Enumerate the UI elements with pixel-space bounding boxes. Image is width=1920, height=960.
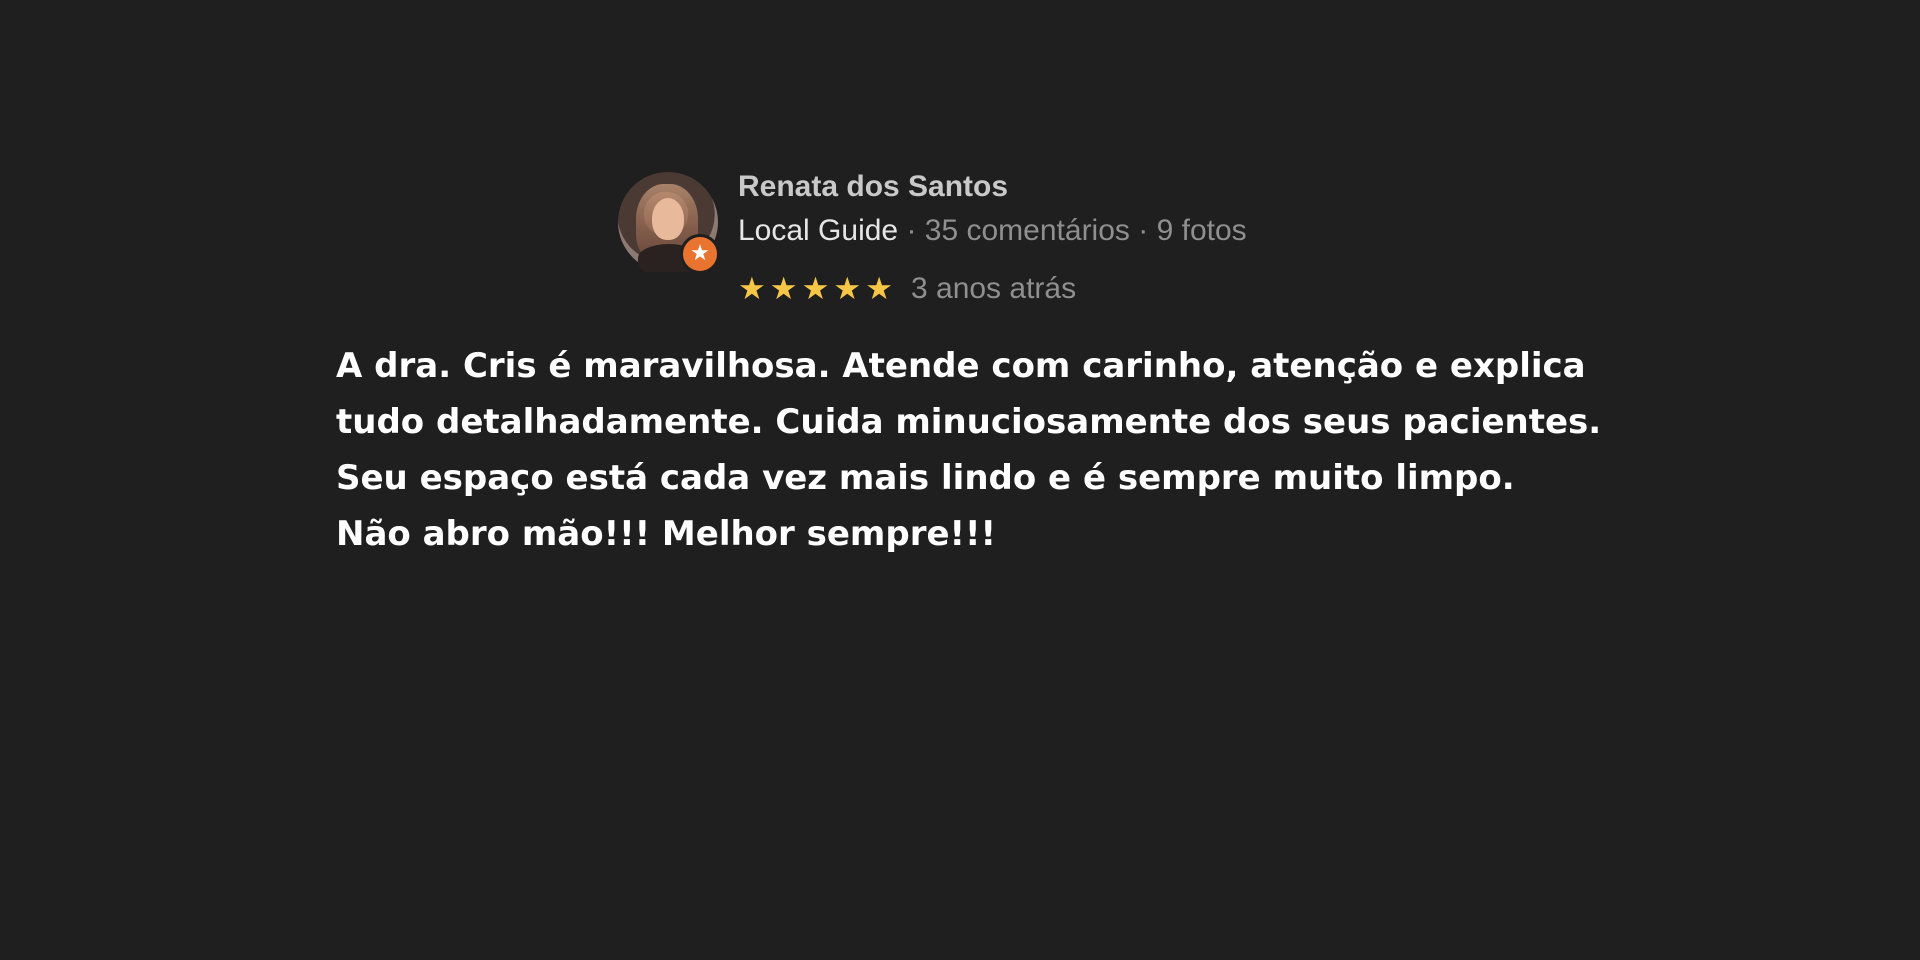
comments-count: 35 comentários bbox=[924, 214, 1130, 247]
review-card: ★ Renata dos Santos Local Guide · 35 com… bbox=[0, 0, 1920, 960]
review-header: ★ Renata dos Santos Local Guide · 35 com… bbox=[618, 170, 1418, 320]
star-icon: ★ bbox=[769, 270, 798, 307]
star-icon: ★ bbox=[833, 270, 862, 307]
review-text-line: Seu espaço está cada vez mais lindo e é … bbox=[336, 458, 1515, 498]
local-guide-label: Local Guide bbox=[738, 214, 899, 247]
review-text-line: Não abro mão!!! Melhor sempre!!! bbox=[336, 514, 997, 554]
star-rating: ★ ★ ★ ★ ★ bbox=[738, 270, 893, 307]
review-text-line: tudo detalhadamente. Cuida minuciosament… bbox=[336, 402, 1602, 442]
meta-separator: · bbox=[1138, 214, 1149, 247]
avatar[interactable]: ★ bbox=[618, 172, 720, 274]
local-guide-star-icon: ★ bbox=[680, 234, 720, 274]
star-icon: ★ bbox=[738, 270, 766, 307]
review-text-line: A dra. Cris é maravilhosa. Atende com ca… bbox=[336, 346, 1586, 386]
star-icon: ★ bbox=[865, 270, 893, 307]
avatar-face bbox=[652, 198, 684, 240]
photos-count: 9 fotos bbox=[1156, 214, 1247, 247]
review-time: 3 anos atrás bbox=[910, 272, 1077, 305]
rating-row: ★ ★ ★ ★ ★ 3 anos atrás bbox=[738, 272, 1076, 306]
reviewer-name[interactable]: Renata dos Santos bbox=[738, 170, 1008, 204]
review-text: A dra. Cris é maravilhosa. Atende com ca… bbox=[336, 338, 1656, 562]
meta-separator: · bbox=[906, 214, 917, 247]
reviewer-meta: Local Guide · 35 comentários · 9 fotos bbox=[738, 214, 1247, 248]
star-icon: ★ bbox=[801, 270, 830, 307]
